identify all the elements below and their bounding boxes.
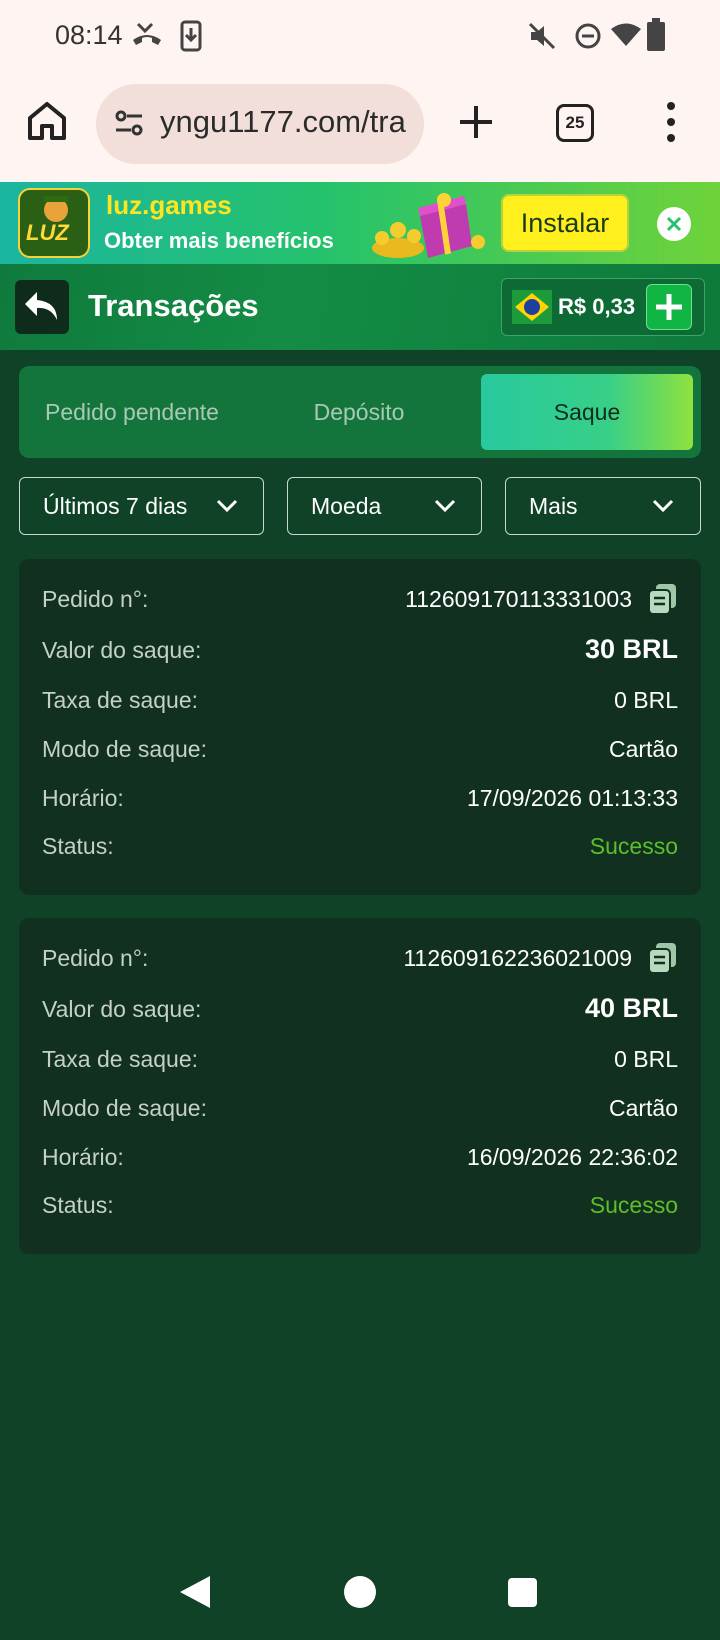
deposit-add-button[interactable] [646, 284, 692, 330]
status-value: Sucesso [589, 1192, 678, 1218]
mute-icon [528, 22, 556, 50]
close-icon [666, 216, 682, 232]
url-text[interactable]: yngu1177.com/tra [160, 104, 406, 140]
transaction-card: Pedido n°: 112609162236021009 Valor do s… [19, 918, 701, 1254]
back-button[interactable] [15, 280, 69, 334]
time-label: Horário: [42, 1144, 124, 1170]
fee-value: 0 BRL [614, 1046, 678, 1072]
time-value: 16/09/2026 22:36:02 [466, 1144, 678, 1170]
site-settings-icon[interactable] [112, 106, 146, 140]
tab-deposit[interactable]: Depósito [259, 374, 459, 450]
mode-row: Modo de saque: Cartão [42, 732, 678, 766]
banner-subtitle: Obter mais benefícios [104, 228, 334, 253]
brazil-flag-icon [512, 290, 552, 324]
page-title: Transações [88, 288, 259, 323]
fee-value: 0 BRL [614, 687, 678, 713]
copy-icon[interactable] [648, 942, 678, 974]
amount-value: 40 BRL [584, 993, 678, 1023]
mode-value: Cartão [608, 736, 678, 762]
mode-label: Modo de saque: [42, 1095, 207, 1121]
tab-withdraw[interactable]: Saque [481, 374, 693, 450]
currency-filter-label: Moeda [311, 493, 382, 519]
install-button[interactable]: Instalar [501, 194, 629, 252]
status-bar: 08:14 [0, 0, 720, 72]
amount-value: 30 BRL [584, 634, 678, 664]
fee-row: Taxa de saque: 0 BRL [42, 1042, 678, 1076]
nav-home-button[interactable] [344, 1576, 376, 1608]
url-bar[interactable]: yngu1177.com/tra [96, 84, 424, 164]
fee-row: Taxa de saque: 0 BRL [42, 683, 678, 717]
reply-arrow-icon [25, 292, 57, 320]
status-label: Status: [42, 1192, 114, 1218]
tab-pending-orders[interactable]: Pedido pendente [27, 374, 237, 450]
status-time: 08:14 [55, 20, 123, 50]
order-number-label: Pedido n°: [42, 586, 149, 612]
logo-text: LUZ [26, 220, 69, 245]
time-row: Horário: 16/09/2026 22:36:02 [42, 1140, 678, 1174]
amount-row: Valor do saque: 30 BRL [42, 633, 678, 667]
balance-widget: R$ 0,33 [501, 278, 705, 336]
fee-label: Taxa de saque: [42, 1046, 199, 1072]
chevron-down-icon [652, 499, 674, 513]
app-header: Transações R$ 0,33 [0, 264, 720, 350]
browser-toolbar: yngu1177.com/tra 25 [0, 72, 720, 182]
app-logo: LUZ [18, 188, 90, 258]
status-label: Status: [42, 833, 114, 859]
order-number-row: Pedido n°: 112609162236021009 [42, 941, 678, 975]
copy-icon[interactable] [648, 583, 678, 615]
tab-switcher-button[interactable]: 25 [556, 104, 594, 142]
dnd-icon [575, 23, 601, 49]
more-filter[interactable]: Mais [505, 477, 701, 535]
mode-value: Cartão [608, 1095, 678, 1121]
install-banner: LUZ luz.games Obter mais benefícios Inst… [0, 182, 720, 264]
gift-icon [372, 193, 485, 258]
download-icon [180, 20, 202, 52]
transaction-card: Pedido n°: 112609170113331003 Valor do s… [19, 559, 701, 895]
status-row: Status: Sucesso [42, 829, 678, 863]
time-label: Horário: [42, 785, 124, 811]
more-vert-icon[interactable] [661, 100, 681, 144]
close-banner-button[interactable] [657, 207, 691, 241]
missed-call-icon [133, 22, 161, 45]
period-filter-label: Últimos 7 dias [43, 493, 188, 519]
currency-filter[interactable]: Moeda [287, 477, 482, 535]
chevron-down-icon [216, 499, 238, 513]
order-number-value: 112609162236021009 [403, 945, 632, 971]
order-number-label: Pedido n°: [42, 945, 149, 971]
plus-icon[interactable] [456, 102, 496, 142]
transaction-tabs: Pedido pendente Depósito Saque [19, 366, 701, 458]
amount-label: Valor do saque: [42, 996, 202, 1022]
home-icon[interactable] [24, 98, 70, 144]
time-value: 17/09/2026 01:13:33 [466, 785, 678, 811]
mode-label: Modo de saque: [42, 736, 207, 762]
order-number-row: Pedido n°: 112609170113331003 [42, 582, 678, 616]
battery-icon [647, 18, 665, 51]
chevron-down-icon [434, 499, 456, 513]
balance-amount: R$ 0,33 [558, 294, 636, 319]
period-filter[interactable]: Últimos 7 dias [19, 477, 264, 535]
status-row: Status: Sucesso [42, 1188, 678, 1222]
mode-row: Modo de saque: Cartão [42, 1091, 678, 1125]
nav-recents-button[interactable] [508, 1578, 537, 1607]
wifi-icon [611, 23, 641, 46]
nav-back-icon[interactable] [178, 1574, 212, 1610]
amount-row: Valor do saque: 40 BRL [42, 992, 678, 1026]
status-value: Sucesso [589, 833, 678, 859]
order-number-value: 112609170113331003 [405, 586, 632, 612]
banner-title: luz.games [106, 190, 232, 220]
more-filter-label: Mais [529, 493, 578, 519]
amount-label: Valor do saque: [42, 637, 202, 663]
fee-label: Taxa de saque: [42, 687, 199, 713]
time-row: Horário: 17/09/2026 01:13:33 [42, 781, 678, 815]
plus-icon [656, 294, 682, 320]
